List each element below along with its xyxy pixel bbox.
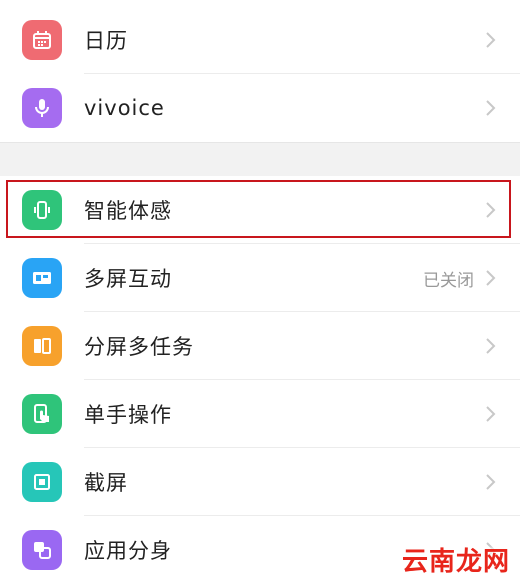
settings-item-label: 智能体感 (84, 199, 172, 223)
split-screen-icon (22, 326, 62, 366)
calendar-icon (22, 20, 62, 60)
chevron-right-icon (486, 474, 496, 490)
chevron-right-icon (486, 32, 496, 48)
settings-item-label: 截屏 (84, 471, 128, 495)
settings-item-label: 分屏多任务 (84, 335, 194, 359)
settings-item-label: vivoice (84, 96, 165, 120)
status-text: 已关闭 (423, 270, 474, 291)
chevron-right-icon (486, 100, 496, 116)
settings-group-top: 日历 vivoice (0, 6, 520, 142)
settings-group-features: 智能体感 多屏互动 已关闭 分屏多任务 单手操作 截屏 应用分身 (0, 176, 520, 584)
settings-item-one-hand[interactable]: 单手操作 (0, 380, 520, 448)
phone-motion-icon (22, 190, 62, 230)
settings-item-label: 多屏互动 (84, 267, 172, 291)
chevron-right-icon (486, 202, 496, 218)
hand-tap-icon (22, 394, 62, 434)
chevron-right-icon (486, 270, 496, 286)
settings-item-screenshot[interactable]: 截屏 (0, 448, 520, 516)
settings-item-vivoice[interactable]: vivoice (0, 74, 520, 142)
chevron-right-icon (486, 338, 496, 354)
microphone-icon (22, 88, 62, 128)
settings-item-label: 日历 (84, 29, 128, 53)
settings-item-label: 应用分身 (84, 539, 172, 563)
app-clone-icon (22, 530, 62, 570)
watermark: 云南龙网 (401, 547, 510, 577)
settings-item-calendar[interactable]: 日历 (0, 6, 520, 74)
screenshot-icon (22, 462, 62, 502)
section-gap (0, 142, 520, 178)
settings-item-smart-motion[interactable]: 智能体感 (0, 176, 520, 244)
chevron-right-icon (486, 406, 496, 422)
settings-item-label: 单手操作 (84, 403, 172, 427)
screen-cast-icon (22, 258, 62, 298)
settings-item-multi-screen[interactable]: 多屏互动 已关闭 (0, 244, 520, 312)
settings-item-split-screen[interactable]: 分屏多任务 (0, 312, 520, 380)
